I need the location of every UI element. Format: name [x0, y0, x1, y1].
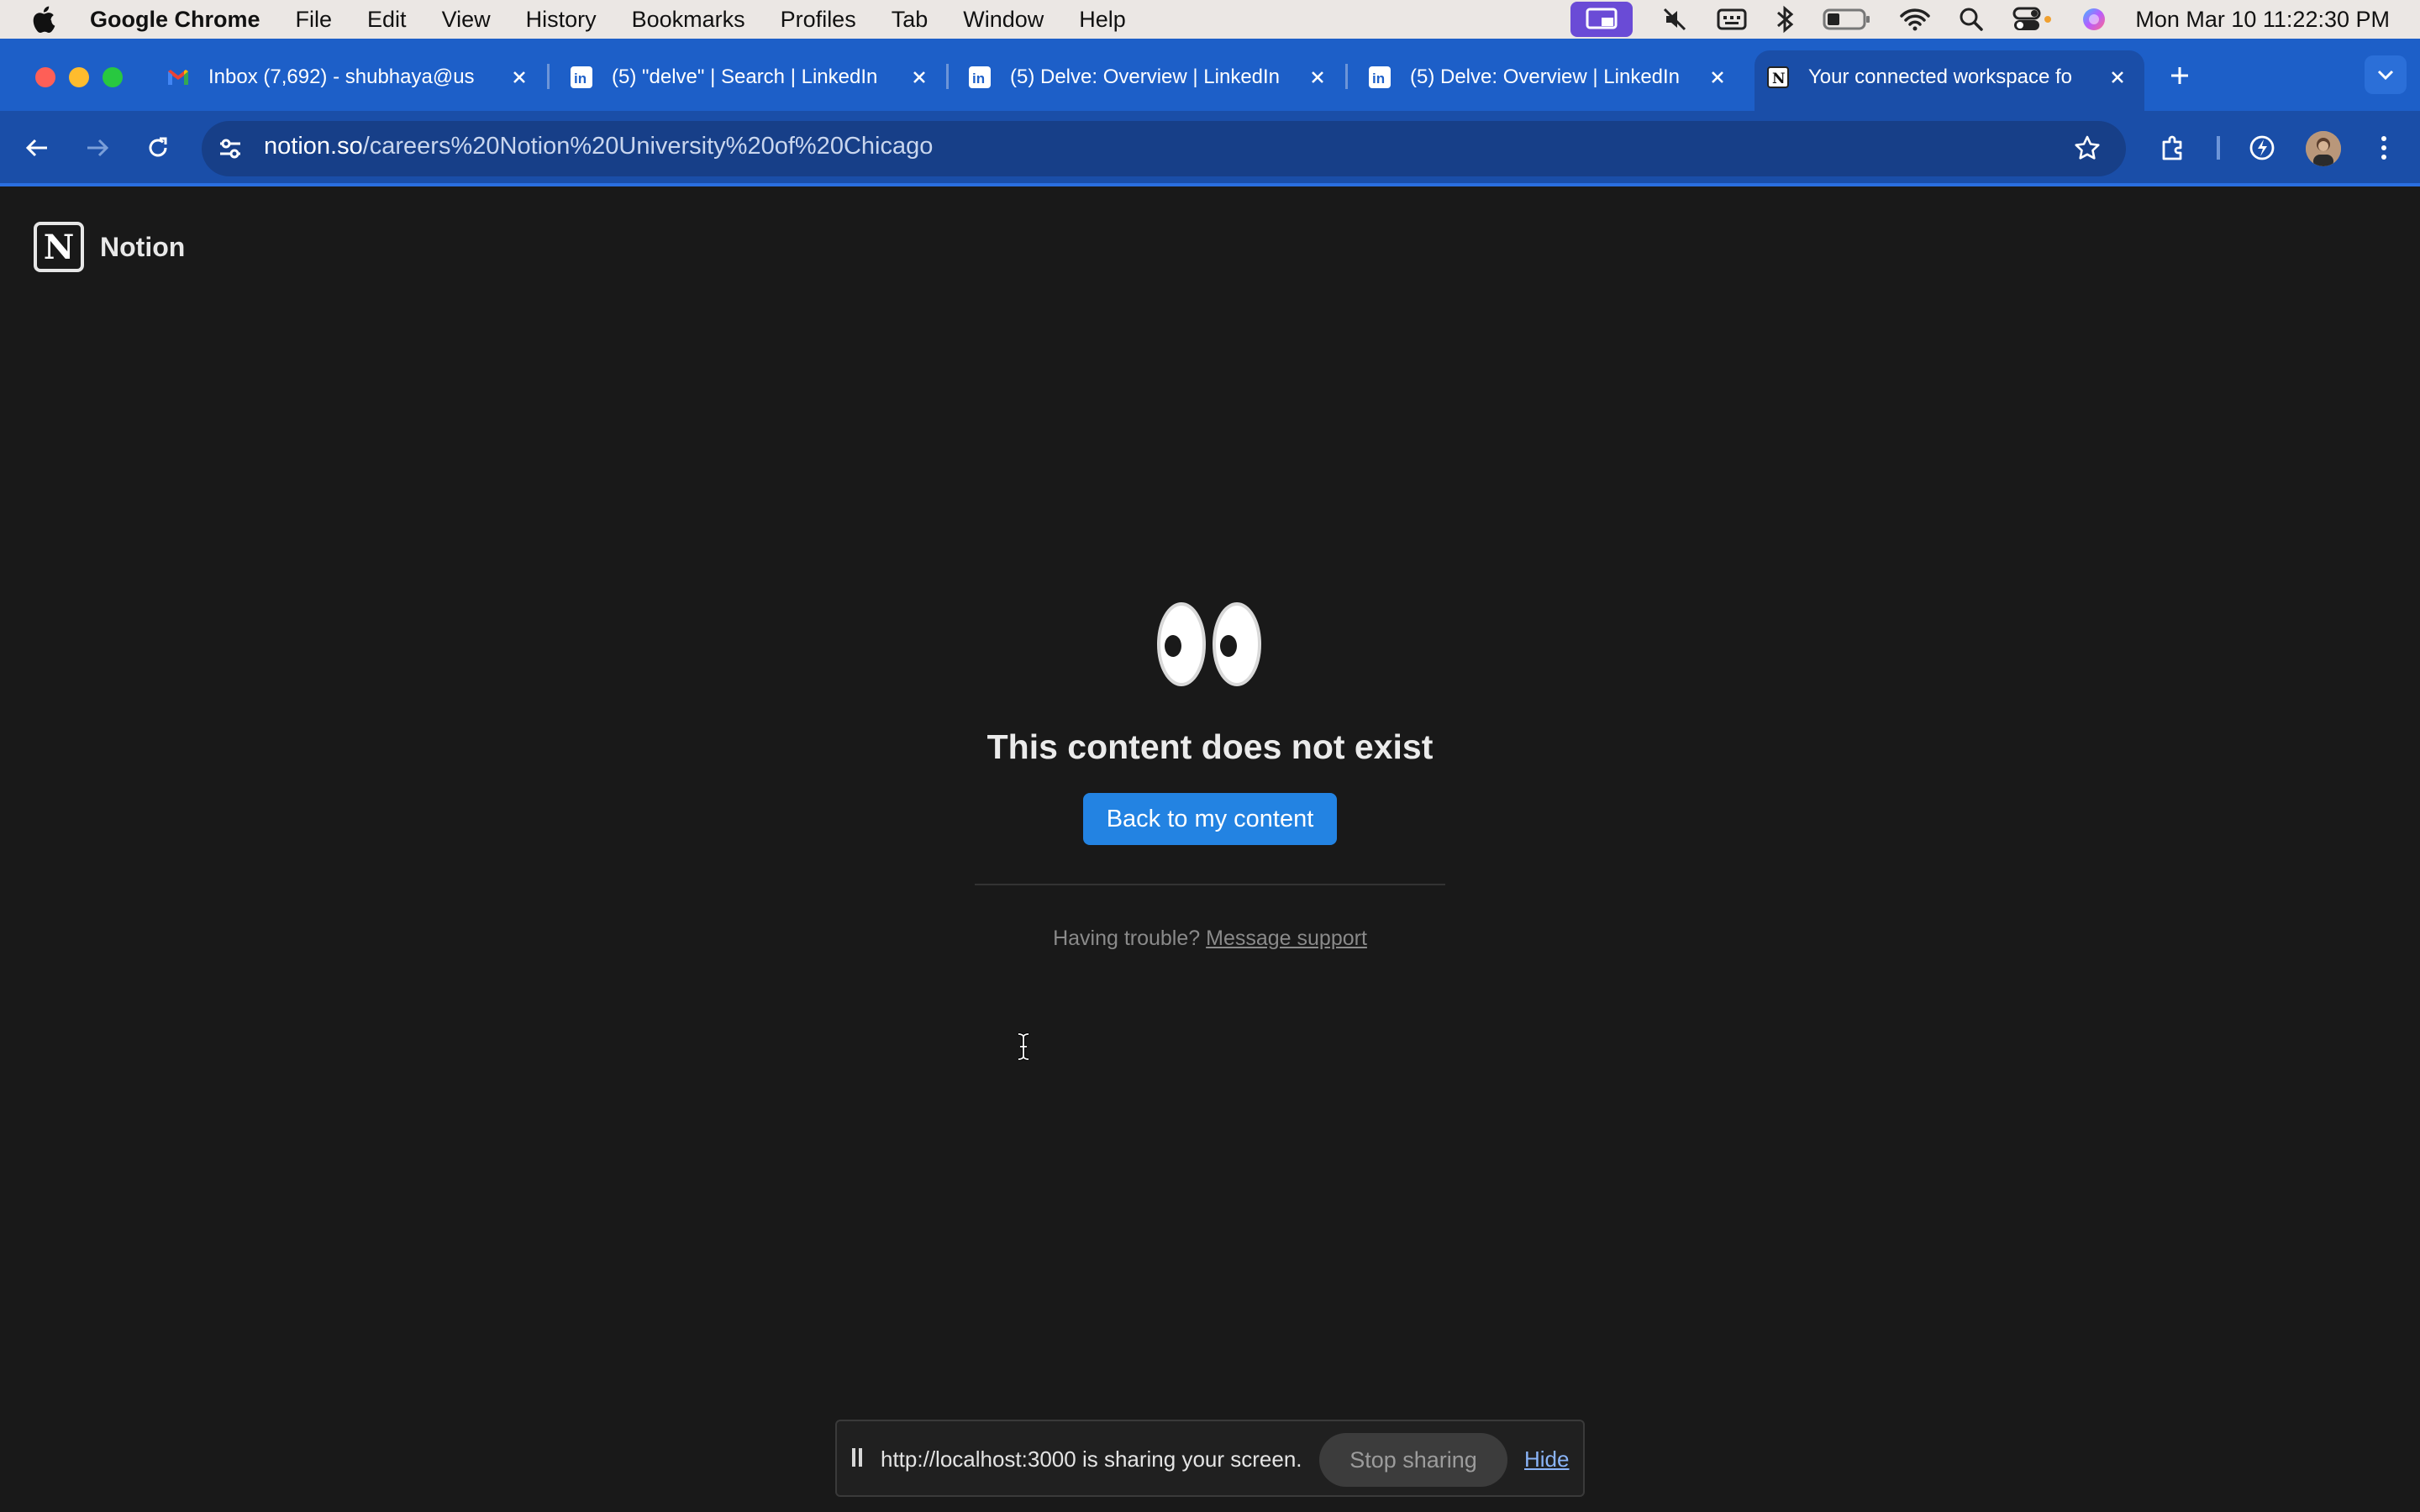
drag-handle-icon[interactable] [852, 1448, 862, 1467]
hide-link[interactable]: Hide [1524, 1446, 1569, 1473]
wifi-icon[interactable] [1900, 0, 1931, 39]
help-text: Having trouble? Message support [840, 927, 1580, 951]
bluetooth-icon[interactable] [1776, 0, 1794, 39]
tab-gmail[interactable]: Inbox (7,692) - shubhaya@us [166, 55, 529, 99]
new-tab-icon[interactable] [2166, 62, 2193, 89]
svg-text:in: in [574, 71, 587, 87]
performance-icon[interactable] [2245, 131, 2279, 165]
eyes-icon [1155, 600, 1265, 689]
screen: Google Chrome File Edit View History Boo… [0, 0, 2420, 1512]
svg-text:in: in [1372, 71, 1385, 87]
keyboard-input-icon[interactable] [1717, 0, 1747, 39]
back-arrow-icon[interactable] [22, 134, 52, 161]
trouble-label: Having trouble? [1053, 927, 1201, 950]
battery-icon[interactable] [1823, 0, 1871, 39]
tab-separator [547, 64, 550, 89]
siri-icon[interactable] [2081, 0, 2107, 39]
macos-menu-bar: Google Chrome File Edit View History Boo… [0, 0, 2420, 39]
menu-file[interactable]: File [296, 7, 333, 33]
site-info-icon[interactable] [215, 134, 245, 163]
menu-edit[interactable]: Edit [367, 7, 407, 33]
window-minimize-button[interactable] [69, 67, 89, 87]
close-icon[interactable] [1707, 67, 1728, 87]
screen-share-status-icon[interactable] [1570, 2, 1634, 37]
menu-window[interactable]: Window [963, 7, 1044, 33]
toolbar-bottom-border [0, 183, 2420, 186]
notion-brand-name[interactable]: Notion [100, 232, 185, 263]
reload-icon[interactable] [143, 133, 173, 163]
menu-view[interactable]: View [442, 7, 491, 33]
control-center-icon[interactable] [2012, 0, 2053, 39]
bookmark-star-icon[interactable] [2072, 133, 2102, 163]
divider [975, 884, 1445, 885]
close-icon[interactable] [909, 67, 929, 87]
url-path: /careers%20Notion%20University%20of%20Ch… [362, 133, 934, 160]
notion-icon: N [1766, 66, 1790, 89]
tab-notion-active[interactable]: N Your connected workspace fo [1766, 55, 2128, 99]
apple-icon[interactable] [30, 0, 60, 39]
menu-profiles[interactable]: Profiles [781, 7, 856, 33]
menu-help[interactable]: Help [1079, 7, 1126, 33]
close-icon[interactable] [509, 67, 529, 87]
window-close-button[interactable] [35, 67, 55, 87]
gmail-icon [166, 66, 190, 89]
notion-logo[interactable]: N [34, 222, 84, 272]
text-cursor-icon [1015, 1032, 1032, 1062]
menu-bookmarks[interactable]: Bookmarks [632, 7, 745, 33]
app-name[interactable]: Google Chrome [90, 7, 260, 33]
forward-arrow-icon[interactable] [82, 134, 113, 161]
extensions-puzzle-icon[interactable] [2156, 131, 2190, 165]
chrome-menu-icon[interactable] [2371, 131, 2396, 165]
url-host: notion.so [264, 133, 363, 160]
close-icon[interactable] [2107, 67, 2128, 87]
url-text[interactable]: notion.so/careers%20Notion%20University%… [264, 133, 933, 160]
linkedin-icon: in [1368, 66, 1392, 89]
menu-history[interactable]: History [526, 7, 597, 33]
spotlight-search-icon[interactable] [1959, 0, 1984, 39]
svg-text:in: in [972, 71, 985, 87]
profile-avatar[interactable] [2306, 131, 2341, 166]
close-icon[interactable] [1307, 67, 1328, 87]
tab-title: Inbox (7,692) - shubhaya@us [208, 66, 475, 88]
menubar-clock[interactable]: Mon Mar 10 11:22:30 PM [2135, 7, 2390, 33]
screen-share-bar: http://localhost:3000 is sharing your sc… [835, 1420, 1585, 1497]
svg-text:N: N [1772, 71, 1786, 87]
tab-title: (5) Delve: Overview | LinkedIn [1410, 66, 1681, 88]
tab-title: (5) "delve" | Search | LinkedIn [612, 66, 878, 88]
tab-title: (5) Delve: Overview | LinkedIn [1010, 66, 1281, 88]
tab-linkedin-delve-2[interactable]: in (5) Delve: Overview | LinkedIn [1368, 55, 1728, 99]
window-zoom-button[interactable] [103, 67, 123, 87]
menu-tab[interactable]: Tab [892, 7, 929, 33]
linkedin-icon: in [570, 66, 593, 89]
tab-search-dropdown-icon[interactable] [2365, 55, 2407, 94]
tab-linkedin-search[interactable]: in (5) "delve" | Search | LinkedIn [570, 55, 929, 99]
tab-separator [1345, 64, 1348, 89]
linkedin-icon: in [968, 66, 992, 89]
back-to-my-content-button[interactable]: Back to my content [1083, 793, 1337, 845]
mute-icon[interactable] [1661, 0, 1688, 39]
page-title: This content does not exist [986, 727, 1434, 766]
tab-title: Your connected workspace fo [1808, 66, 2072, 88]
message-support-link[interactable]: Message support [1206, 927, 1367, 950]
tab-separator [946, 64, 949, 89]
share-message: http://localhost:3000 is sharing your sc… [881, 1446, 1302, 1472]
toolbar-separator [2217, 136, 2220, 160]
stop-sharing-button[interactable]: Stop sharing [1319, 1433, 1507, 1487]
tab-linkedin-delve-1[interactable]: in (5) Delve: Overview | LinkedIn [968, 55, 1328, 99]
notion-logo-letter: N [43, 227, 75, 267]
